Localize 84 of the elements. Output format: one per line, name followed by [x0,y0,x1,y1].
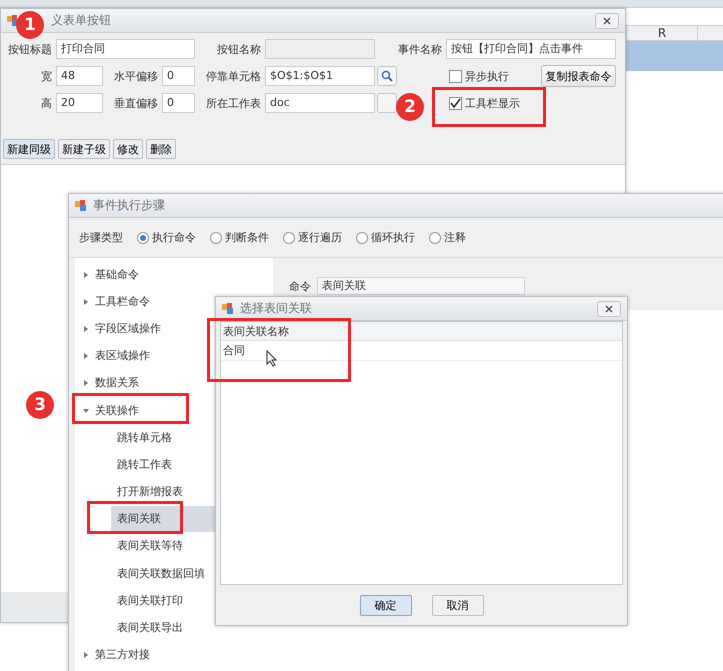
radio-label: 逐行遍历 [298,230,342,245]
checkbox[interactable]: 工具栏显示 [446,96,539,110]
text-field[interactable]: doc [265,93,375,113]
field-label: 水平偏移 [113,68,159,84]
field-label: 按钮名称 [216,42,262,56]
cursor-icon [266,350,277,367]
text-field[interactable]: 20 [56,93,103,113]
radio-circle[interactable] [283,232,295,244]
tree-item[interactable]: 关联操作 [89,402,145,419]
tree-item[interactable]: 表区域操作 [89,348,156,364]
checkbox-label: 工具栏显示 [465,96,520,110]
expanded-caret-icon[interactable] [83,408,89,414]
text-field[interactable]: 按钮【打印合同】点击事件 [446,39,616,59]
tree-item[interactable]: 表间关联数据回填 [111,566,211,582]
toolbar-button[interactable]: 新建子级 [58,139,110,159]
radio-option[interactable]: 执行命令 [137,230,196,245]
column-header: 表间关联名称 [221,322,622,341]
collapsed-caret-icon[interactable] [83,353,89,360]
collapsed-caret-icon[interactable] [83,652,89,658]
command-field[interactable]: 表间关联 [317,277,525,295]
close-icon [603,16,611,24]
field-label: 所在工作表 [205,96,262,110]
tree-item[interactable]: 表间关联 [111,506,215,532]
radio-label: 循环执行 [371,230,415,245]
radio-option[interactable]: 判断条件 [210,230,269,245]
radio-circle[interactable] [210,232,222,244]
step-type-label: 步骤类型 [79,230,123,245]
collapsed-caret-icon[interactable] [83,326,89,332]
radio-label: 执行命令 [152,230,196,245]
window-icon [7,14,19,26]
radio-circle[interactable] [137,232,149,244]
checkbox-label: 异步执行 [465,68,509,84]
window-title: 事件执行步骤 [93,197,166,214]
dialog-button[interactable]: 取消 [432,594,484,616]
field-label: 事件名称 [397,42,443,56]
tree-item[interactable]: 跳转单元格 [111,430,178,446]
tree-item[interactable]: 字段区域操作 [89,320,167,337]
text-field[interactable]: $O$1:$O$1 [265,66,375,86]
collapsed-caret-icon[interactable] [83,298,89,305]
tree-item[interactable]: 第三方对接 [89,647,156,664]
checkbox[interactable]: 异步执行 [446,68,539,84]
field-label: 按钮标题 [7,42,53,56]
close-button[interactable] [595,12,619,28]
collapsed-caret-icon[interactable] [83,272,89,278]
window-icon [222,302,234,314]
text-field[interactable]: 0 [162,93,195,113]
window-icon [75,200,87,212]
close-button[interactable] [597,300,621,316]
window-title: 选择表间关联 [240,300,313,317]
radio-option[interactable]: 循环执行 [356,230,415,245]
toolbar-button[interactable]: 修改 [113,139,143,159]
radio-option[interactable]: 逐行遍历 [283,230,342,245]
tree-item[interactable]: 工具栏命令 [89,294,156,310]
toolbar-button[interactable]: 新建同级 [3,139,55,159]
tree-item[interactable]: 数据关系 [89,375,145,392]
text-field[interactable]: 48 [56,66,103,86]
tree-item[interactable]: 表间关联导出 [111,620,189,636]
tree-item[interactable]: 表间关联等待 [111,538,189,554]
search-button[interactable] [377,66,397,86]
window-title: 义表单按钮 [51,12,111,29]
dialog-button[interactable]: 确定 [360,594,412,616]
field-label: 宽 [40,68,53,84]
radio-circle[interactable] [429,232,441,244]
close-icon [605,304,613,312]
tree-item[interactable]: 打开新增报表 [111,484,189,500]
radio-label: 注释 [444,230,466,245]
toolbar-button[interactable]: 删除 [146,139,176,159]
checkbox-box[interactable] [449,96,462,110]
collapsed-caret-icon[interactable] [83,380,89,386]
radio-option[interactable]: 注释 [429,230,466,245]
command-label: 命令 [289,278,311,294]
field-label: 高 [40,96,53,110]
search-icon [381,70,393,82]
checkbox-box[interactable] [449,70,462,82]
field-label: 垂直偏移 [113,96,159,110]
radio-label: 判断条件 [225,230,269,245]
tree-item[interactable]: 表间关联打印 [111,592,189,609]
tree-item[interactable]: 基础命令 [89,266,145,283]
field-label: 停靠单元格 [205,68,262,84]
radio-circle[interactable] [356,232,368,244]
text-field[interactable]: 打印合同 [56,39,195,59]
text-field[interactable]: 0 [162,66,195,86]
tree-item[interactable]: 跳转工作表 [111,456,178,473]
copy-command-button[interactable]: 复制报表命令 [541,65,616,87]
